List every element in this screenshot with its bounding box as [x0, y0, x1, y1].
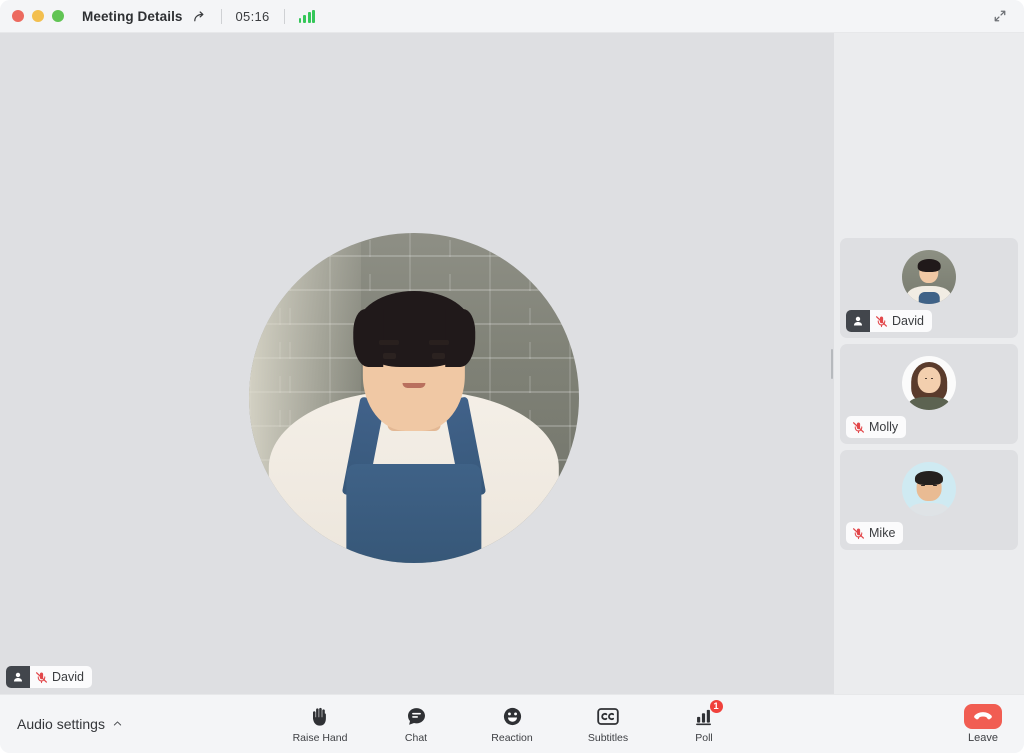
maximize-window-button[interactable]: [52, 10, 64, 22]
mic-muted-icon: [852, 421, 865, 434]
name-badge: David: [846, 310, 932, 332]
toolbar-actions: Raise Hand Chat: [287, 705, 737, 744]
chat-label: Chat: [405, 732, 427, 744]
window-controls: [12, 10, 64, 22]
raise-hand-button[interactable]: Raise Hand: [287, 705, 353, 744]
participant-tile-david[interactable]: David: [840, 238, 1018, 338]
page-title: Meeting Details: [82, 9, 183, 24]
poll-label: Poll: [695, 732, 713, 744]
audio-settings-button[interactable]: Audio settings: [17, 716, 123, 732]
participant-name: Molly: [869, 420, 898, 434]
main-video-stage[interactable]: David: [0, 33, 834, 694]
name-badge: Molly: [846, 416, 906, 438]
closed-caption-icon: [597, 705, 619, 729]
expand-diagonal-icon[interactable]: [990, 6, 1010, 26]
raise-hand-icon: [310, 705, 330, 729]
person-icon: [846, 310, 870, 332]
participant-label: Molly: [846, 416, 906, 438]
chat-bubble-icon: [406, 705, 427, 729]
mic-muted-icon: [875, 315, 888, 328]
title-bar: Meeting Details 05:16: [0, 0, 1024, 33]
poll-badge: 1: [709, 699, 724, 714]
panel-resize-handle[interactable]: [828, 33, 834, 694]
reaction-button[interactable]: Reaction: [479, 705, 545, 744]
stage-participant-name: David: [52, 670, 84, 684]
divider: [221, 9, 222, 24]
avatar: [902, 356, 956, 410]
participant-label: David: [870, 310, 932, 332]
audio-settings-label: Audio settings: [17, 716, 105, 732]
raise-hand-label: Raise Hand: [293, 732, 348, 744]
participant-name: David: [892, 314, 924, 328]
reaction-label: Reaction: [491, 732, 532, 744]
chat-button[interactable]: Chat: [383, 705, 449, 744]
name-badge: Mike: [846, 522, 903, 544]
poll-bars-icon: 1: [694, 705, 715, 729]
hang-up-phone-icon: [964, 704, 1002, 729]
meeting-window: Meeting Details 05:16: [0, 0, 1024, 753]
avatar: [902, 462, 956, 516]
stage-name-badge: David: [6, 666, 92, 688]
meeting-timer: 05:16: [236, 9, 270, 24]
leave-label: Leave: [968, 732, 998, 744]
minimize-window-button[interactable]: [32, 10, 44, 22]
subtitles-label: Subtitles: [588, 732, 628, 744]
participant-sidebar[interactable]: David: [834, 33, 1024, 694]
smiley-face-icon: [502, 705, 523, 729]
participant-name: Mike: [869, 526, 895, 540]
chevron-up-icon: [112, 716, 123, 732]
participant-tile-molly[interactable]: Molly: [840, 344, 1018, 444]
participant-tile-mike[interactable]: Mike: [840, 450, 1018, 550]
mic-muted-icon: [35, 671, 48, 684]
share-arrow-icon[interactable]: [192, 9, 207, 24]
meeting-body: David: [0, 33, 1024, 694]
person-icon: [6, 666, 30, 688]
leave-meeting-button[interactable]: Leave: [964, 704, 1002, 744]
stage-participant-label: David: [30, 666, 92, 688]
divider: [284, 9, 285, 24]
poll-button[interactable]: 1 Poll: [671, 705, 737, 744]
signal-strength-icon: [299, 10, 316, 23]
active-speaker-avatar: [249, 233, 579, 563]
close-window-button[interactable]: [12, 10, 24, 22]
participant-label: Mike: [846, 522, 903, 544]
meeting-toolbar: Audio settings: [0, 694, 1024, 753]
avatar: [902, 250, 956, 304]
mic-muted-icon: [852, 527, 865, 540]
subtitles-button[interactable]: Subtitles: [575, 705, 641, 744]
